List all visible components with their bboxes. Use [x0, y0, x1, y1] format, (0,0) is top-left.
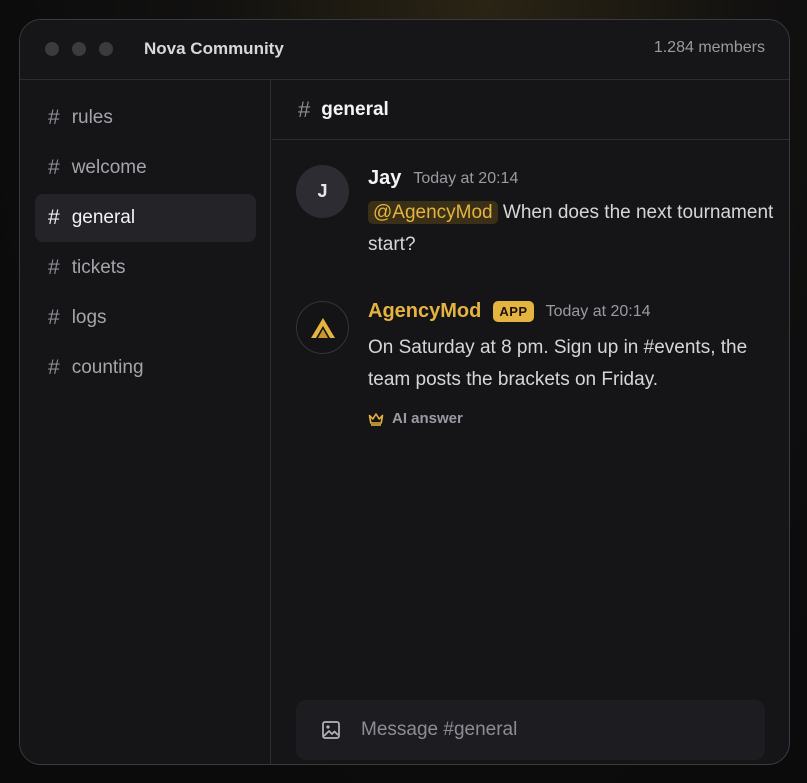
message-body: @AgencyMod When does the next tournament… [368, 197, 778, 261]
message-timestamp: Today at 20:14 [545, 302, 651, 320]
hash-icon: # [48, 356, 60, 379]
hash-icon: # [48, 206, 60, 229]
title-bar: Nova Community 1.284 members [20, 20, 789, 80]
channel-label: tickets [71, 257, 126, 278]
channel-label: general [71, 207, 136, 228]
channel-label: rules [71, 107, 113, 128]
channel-sidebar: # rules # welcome # general # tickets # … [20, 80, 271, 764]
chat-pane: # general J Jay Today at 20:14 @AgencyMo… [272, 80, 789, 764]
app-badge: APP [493, 301, 534, 322]
sidebar-item-counting[interactable]: # counting [35, 344, 256, 392]
agency-logo-icon[interactable] [296, 301, 349, 354]
sidebar-item-logs[interactable]: # logs [35, 294, 256, 342]
channel-label: counting [71, 357, 144, 378]
channel-header: # general [272, 80, 789, 140]
window-close-dot[interactable] [45, 42, 59, 56]
message-author[interactable]: AgencyMod [368, 300, 481, 323]
hash-icon: # [48, 106, 60, 129]
hash-icon: # [48, 256, 60, 279]
message-item: AgencyMod APP Today at 20:14 On Saturday… [296, 300, 776, 441]
member-count: 1.284 members [653, 39, 765, 56]
window-maximize-dot[interactable] [99, 42, 113, 56]
message-body: On Saturday at 8 pm. Sign up in #events,… [368, 337, 748, 390]
hash-icon: # [298, 96, 311, 122]
sidebar-item-general[interactable]: # general [35, 194, 256, 242]
channel-title: general [321, 98, 389, 120]
message-composer [296, 700, 765, 760]
channel-label: welcome [71, 157, 147, 178]
message-author[interactable]: Jay [368, 167, 401, 190]
app-window: Nova Community 1.284 members # rules # w… [19, 19, 790, 765]
user-mention[interactable]: @AgencyMod [368, 201, 498, 224]
hash-icon: # [48, 156, 60, 179]
sidebar-item-rules[interactable]: # rules [35, 94, 256, 142]
window-minimize-dot[interactable] [72, 42, 86, 56]
crown-icon [368, 412, 384, 426]
channel-label: logs [71, 307, 107, 328]
hash-icon: # [48, 306, 60, 329]
sidebar-item-welcome[interactable]: # welcome [35, 144, 256, 192]
image-icon[interactable] [321, 720, 341, 740]
message-meta: AgencyMod APP Today at 20:14 [368, 300, 651, 323]
ai-answer-text: AI answer [392, 410, 463, 427]
sidebar-item-tickets[interactable]: # tickets [35, 244, 256, 292]
message-input[interactable] [361, 719, 741, 741]
ai-answer-label: AI answer [368, 410, 463, 427]
message-timestamp: Today at 20:14 [413, 169, 519, 187]
message-item: J Jay Today at 20:14 @AgencyMod When doe… [296, 165, 776, 275]
server-name: Nova Community [144, 39, 284, 58]
avatar[interactable]: J [296, 165, 349, 218]
message-meta: Jay Today at 20:14 [368, 167, 518, 190]
